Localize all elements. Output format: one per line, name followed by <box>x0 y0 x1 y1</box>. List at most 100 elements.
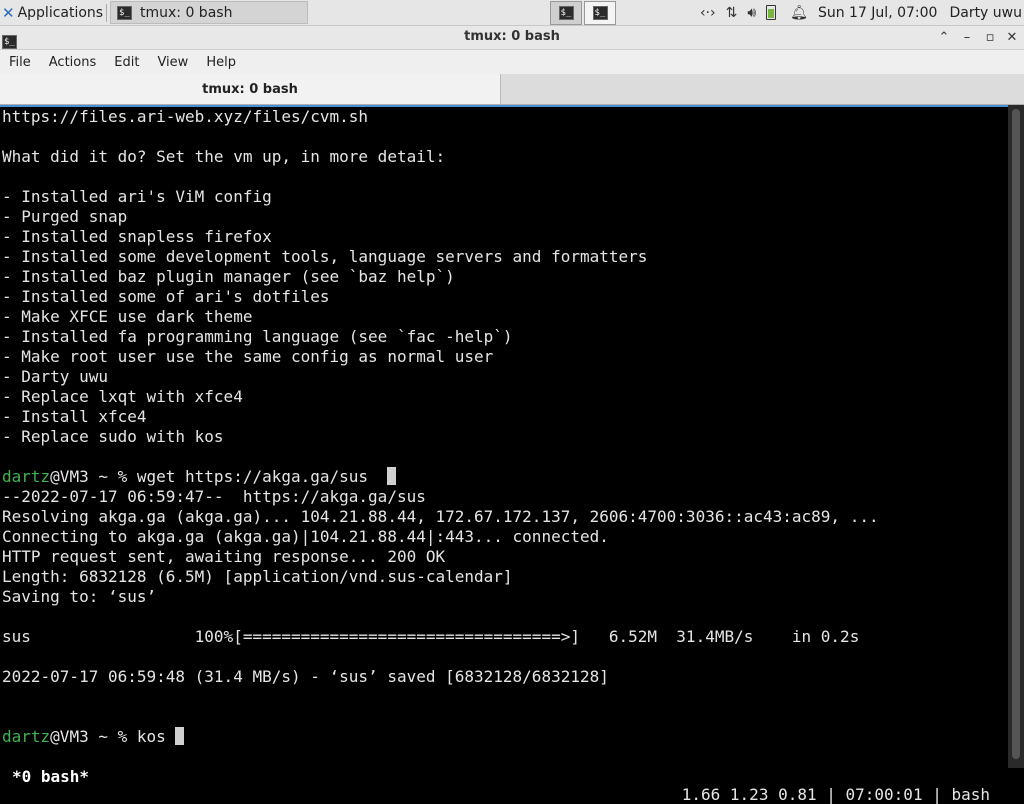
menu-view[interactable]: View <box>148 55 197 70</box>
terminal-line: - Purged snap <box>2 207 879 227</box>
terminal-line: Saving to: ‘sus’ <box>2 587 879 607</box>
terminal-line: - Replace sudo with kos <box>2 427 879 447</box>
taskbar-button-terminal[interactable]: $_ tmux: 0 bash <box>110 1 308 24</box>
terminal-text: Length: 6832128 (6.5M) [application/vnd.… <box>2 567 513 586</box>
prompt-command: @VM3 ~ % kos <box>50 727 176 746</box>
menu-help[interactable]: Help <box>197 55 245 70</box>
applications-menu[interactable]: ✕ Applications <box>0 0 103 25</box>
terminal-text: HTTP request sent, awaiting response... … <box>2 547 446 566</box>
terminal-cursor <box>175 727 185 745</box>
window-titlebar[interactable]: $_ tmux: 0 bash ⌃ – ▫ ✕ <box>0 26 1024 50</box>
menubar: File Actions Edit View Help <box>0 50 1024 74</box>
user-menu[interactable]: Darty uwu <box>949 5 1022 21</box>
terminal-text: - Replace sudo with kos <box>2 427 224 446</box>
terminal-text: - Installed snapless firefox <box>2 227 272 246</box>
tmux-window-label[interactable]: *0 bash* <box>12 768 89 786</box>
terminal-view[interactable]: https://files.ari-web.xyz/files/cvm.sh Wh… <box>0 105 1008 768</box>
terminal-line: - Darty uwu <box>2 367 879 387</box>
terminal-line: - Installed ari's ViM config <box>2 187 879 207</box>
system-tray: ‹·› ⇅ 🔊︎ 🔔︎ Sun 17 Jul, 07:00 Darty uwu <box>700 0 1024 25</box>
battery-icon[interactable] <box>766 5 777 20</box>
menu-actions[interactable]: Actions <box>40 55 106 70</box>
terminal-text: - Replace lxqt with xfce4 <box>2 387 243 406</box>
volume-icon[interactable]: 🔊︎ <box>747 5 756 21</box>
panel-separator <box>106 4 107 22</box>
terminal-text: - Make root user use the same config as … <box>2 347 494 366</box>
terminal-text: Saving to: ‘sus’ <box>2 587 157 606</box>
menu-edit[interactable]: Edit <box>105 55 148 70</box>
terminal-line: https://files.ari-web.xyz/files/cvm.sh <box>2 107 879 127</box>
terminal-line: - Installed some development tools, lang… <box>2 247 879 267</box>
prompt-user: dartz <box>2 727 51 746</box>
scrollbar[interactable] <box>1008 105 1024 768</box>
terminal-text: sus 100%[===============================… <box>2 627 860 646</box>
terminal-line: - Install xfce4 <box>2 407 879 427</box>
terminal-line: Connecting to akga.ga (akga.ga)|104.21.8… <box>2 527 879 547</box>
xfce-logo-icon: ✕ <box>2 3 15 22</box>
network-icon[interactable]: ‹·› <box>700 5 716 21</box>
terminal-line: - Installed some of ari's dotfiles <box>2 287 879 307</box>
terminal-line: - Installed snapless firefox <box>2 227 879 247</box>
terminal-text: - Installed some of ari's dotfiles <box>2 287 330 306</box>
minimize-chevron-icon[interactable]: ⌃ <box>934 28 954 48</box>
terminal-text: https://files.ari-web.xyz/files/cvm.sh <box>2 107 369 126</box>
terminal-line: 2022-07-17 06:59:48 (31.4 MB/s) - ‘sus’ … <box>2 667 879 687</box>
terminal-icon: $_ <box>592 6 608 20</box>
tmux-status-right: 1.66 1.23 0.81 | 07:00:01 | bash <box>681 785 990 804</box>
tab-bar: tmux: 0 bash <box>0 74 1024 105</box>
workspace-2[interactable]: $_ <box>584 1 616 25</box>
terminal-line: What did it do? Set the vm up, in more d… <box>2 147 879 167</box>
terminal-text: 2022-07-17 06:59:48 (31.4 MB/s) - ‘sus’ … <box>2 667 609 686</box>
workspace-1[interactable]: $_ <box>550 1 582 25</box>
terminal-text: Resolving akga.ga (akga.ga)... 104.21.88… <box>2 507 879 526</box>
menu-file[interactable]: File <box>0 55 40 70</box>
top-panel: ✕ Applications $_ tmux: 0 bash $_ $_ ‹·›… <box>0 0 1024 26</box>
prompt-user: dartz <box>2 467 51 486</box>
terminal-line: --2022-07-17 06:59:47-- https://akga.ga/… <box>2 487 879 507</box>
terminal-line: - Make XFCE use dark theme <box>2 307 879 327</box>
terminal-line: - Make root user use the same config as … <box>2 347 879 367</box>
prompt-command: @VM3 ~ % wget https://akga.ga/sus <box>50 467 388 486</box>
terminal-text: What did it do? Set the vm up, in more d… <box>2 147 446 166</box>
terminal-line: Resolving akga.ga (akga.ga)... 104.21.88… <box>2 507 879 527</box>
scrollbar-thumb[interactable] <box>1012 109 1020 759</box>
terminal-line: dartz@VM3 ~ % kos <box>2 727 879 747</box>
close-icon[interactable]: ✕ <box>1002 28 1022 48</box>
terminal-text: - Purged snap <box>2 207 128 226</box>
terminal-icon: $_ <box>558 6 574 20</box>
terminal-cursor <box>387 467 397 485</box>
terminal-line: sus 100%[===============================… <box>2 627 879 647</box>
terminal-output: https://files.ari-web.xyz/files/cvm.sh Wh… <box>2 107 879 747</box>
terminal-line: - Installed baz plugin manager (see `baz… <box>2 267 879 287</box>
tmux-status-bar: *0 bash* 1.66 1.23 0.81 | 07:00:01 | bas… <box>0 750 1008 804</box>
bell-icon[interactable]: 🔔︎ <box>790 5 808 21</box>
terminal-text: - Installed fa programming language (see… <box>2 327 513 346</box>
terminal-line: Length: 6832128 (6.5M) [application/vnd.… <box>2 567 879 587</box>
maximize-icon[interactable]: ▫ <box>980 28 1000 48</box>
tab-tmux-bash[interactable]: tmux: 0 bash <box>0 74 501 104</box>
clock[interactable]: Sun 17 Jul, 07:00 <box>818 5 938 21</box>
terminal-text: - Installed ari's ViM config <box>2 187 272 206</box>
terminal-text: - Darty uwu <box>2 367 108 386</box>
applications-label: Applications <box>17 4 104 21</box>
terminal-line: HTTP request sent, awaiting response... … <box>2 547 879 567</box>
terminal-icon: $_ <box>117 5 132 20</box>
terminal-line: dartz@VM3 ~ % wget https://akga.ga/sus <box>2 467 879 487</box>
terminal-text: - Install xfce4 <box>2 407 147 426</box>
updown-icon[interactable]: ⇅ <box>726 5 738 21</box>
taskbar-button-label: tmux: 0 bash <box>140 4 233 21</box>
terminal-line: - Installed fa programming language (see… <box>2 327 879 347</box>
window-title: tmux: 0 bash <box>464 29 560 44</box>
terminal-text: Connecting to akga.ga (akga.ga)|104.21.8… <box>2 527 609 546</box>
terminal-text: --2022-07-17 06:59:47-- https://akga.ga/… <box>2 487 426 506</box>
minimize-icon[interactable]: – <box>957 28 977 48</box>
terminal-line: - Replace lxqt with xfce4 <box>2 387 879 407</box>
terminal-text: - Make XFCE use dark theme <box>2 307 253 326</box>
